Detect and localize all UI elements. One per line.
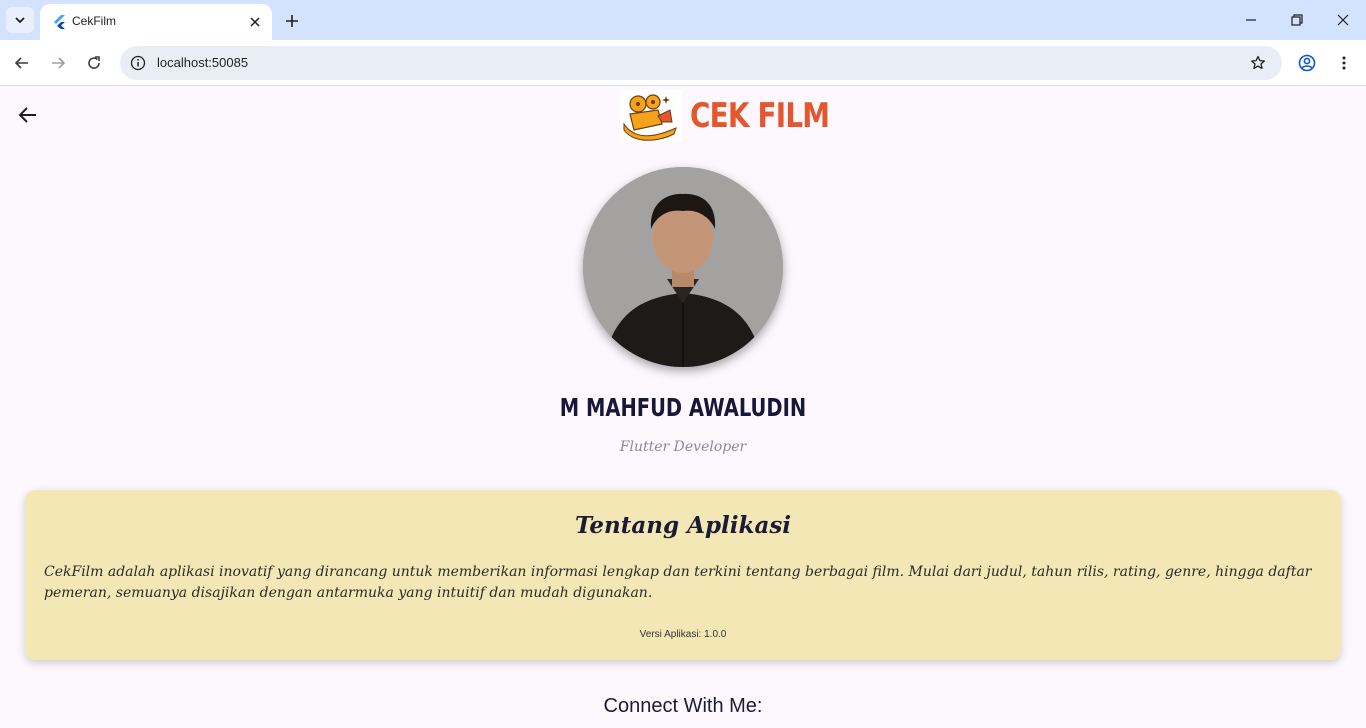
about-app-description: CekFilm adalah aplikasi inovatif yang di… <box>44 564 1312 601</box>
forward-button[interactable] <box>44 49 72 77</box>
app-version-text: Versi Aplikasi: 1.0.0 <box>639 629 727 640</box>
tab-close-button[interactable] <box>246 13 264 31</box>
minimize-icon <box>1246 19 1256 21</box>
chevron-down-icon <box>15 17 25 24</box>
star-icon <box>1251 55 1265 70</box>
url-text[interactable]: localhost:50085 <box>157 55 248 70</box>
tab-search-button[interactable] <box>6 7 34 33</box>
about-page: CEK FILM M MAHFUD AWALUDIN Flutter Devel… <box>0 87 1366 728</box>
developer-role: Flutter Developer <box>619 439 747 455</box>
new-tab-button[interactable] <box>280 9 304 33</box>
back-button[interactable] <box>8 49 36 77</box>
minimize-button[interactable] <box>1236 6 1266 34</box>
about-app-title: Tentang Aplikasi <box>574 512 792 539</box>
app-back-button[interactable] <box>14 101 42 129</box>
close-window-button[interactable] <box>1328 6 1358 34</box>
close-icon <box>250 17 260 27</box>
close-icon <box>1337 14 1349 26</box>
app-logo: CEK FILM <box>620 90 860 142</box>
arrow-left-icon <box>18 107 36 123</box>
account-icon <box>1298 54 1316 72</box>
profile-button[interactable] <box>1293 49 1321 77</box>
browser-tab-bar: CekFilm <box>0 0 1366 40</box>
bookmark-button[interactable] <box>1248 53 1268 73</box>
site-info-button[interactable] <box>128 53 148 73</box>
developer-name-text: M MAHFUD AWALUDIN <box>559 393 807 422</box>
plus-icon <box>286 15 298 27</box>
restore-button[interactable] <box>1282 6 1312 34</box>
arrow-left-icon <box>14 57 28 69</box>
reload-icon <box>88 56 100 69</box>
address-bar[interactable]: localhost:50085 <box>120 46 1282 80</box>
browser-menu-button[interactable] <box>1330 49 1358 77</box>
film-camera-logo-icon <box>620 90 682 142</box>
reload-button[interactable] <box>80 49 108 77</box>
tab-title: CekFilm <box>72 14 116 28</box>
profile-photo <box>583 167 783 367</box>
browser-tab-active[interactable]: CekFilm <box>40 4 272 40</box>
app-logo-text: CEK FILM <box>690 96 830 136</box>
more-vert-icon <box>1342 56 1346 70</box>
connect-heading: Connect With Me: <box>603 695 763 717</box>
developer-name: M MAHFUD AWALUDIN <box>0 393 1366 422</box>
browser-toolbar: localhost:50085 <box>0 40 1366 86</box>
about-app-card: Tentang Aplikasi CekFilm adalah aplikasi… <box>25 490 1341 660</box>
arrow-right-icon <box>52 57 66 69</box>
restore-icon <box>1291 14 1303 26</box>
flutter-icon <box>54 15 65 29</box>
info-icon <box>130 55 146 71</box>
profile-avatar <box>583 167 783 367</box>
